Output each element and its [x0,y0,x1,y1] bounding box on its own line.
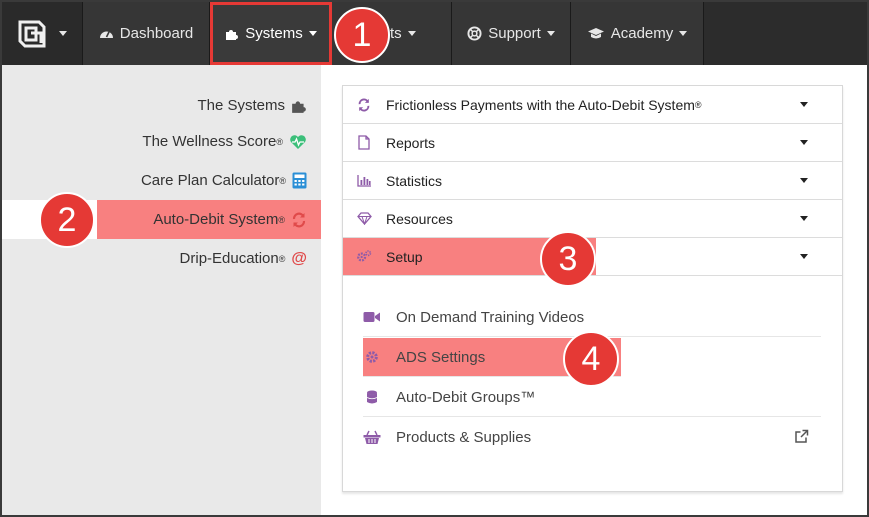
life-ring-icon [467,26,482,41]
step-badge-4: 4 [563,331,619,387]
row-right-gap [621,338,821,377]
accordion-label: Statistics [386,172,443,189]
accordion-reports[interactable]: Reports [343,124,842,162]
sidebar-item-care-plan-calculator[interactable]: Care Plan Calculator ® [2,161,321,200]
sidebar-item-label: Drip-Education [179,250,279,267]
setup-item-products-supplies[interactable]: Products & Supplies [363,418,821,457]
sidebar-item-drip-education[interactable]: Drip-Education ® @ [2,239,321,278]
nav-dashboard-label: Dashboard [119,25,194,42]
step-badge-3: 3 [540,231,596,287]
content-area: Frictionless Payments with the Auto-Debi… [321,65,867,515]
dashboard-icon [99,27,114,40]
at-sign-icon: @ [291,249,307,267]
chevron-down-icon [800,178,808,183]
basket-icon [363,430,381,445]
logo-menu-button[interactable] [2,2,83,65]
nav-systems-label: Systems [245,25,303,42]
setup-item-label: On Demand Training Videos [396,308,585,326]
setup-item-label: Auto-Debit Groups™ [396,388,536,406]
sidebar-item-label: The Systems [197,97,285,114]
registered-mark: ® [694,99,702,110]
nav-academy-label: Academy [610,25,674,42]
app-window: Dashboard Systems ients Support Academy [0,0,869,517]
file-icon [356,135,372,150]
accordion-label: Resources [386,210,453,227]
accordion-label: Frictionless Payments with the Auto-Debi… [386,96,695,113]
nav-dashboard[interactable]: Dashboard [83,2,210,65]
refresh-icon [356,98,372,112]
chevron-down-icon [800,102,808,107]
setup-item-label: ADS Settings [396,348,486,366]
heartbeat-icon [289,134,307,150]
chevron-down-icon [800,140,808,145]
database-icon [363,390,381,405]
sidebar-item-label: Auto-Debit System [153,211,279,228]
calculator-icon [292,172,307,189]
nav-academy[interactable]: Academy [571,2,704,65]
app-logo-icon [17,19,47,49]
registered-mark: ® [276,136,283,147]
accordion-panel: Frictionless Payments with the Auto-Debi… [342,85,843,492]
chevron-down-icon [546,31,555,36]
puzzle-icon [225,27,239,41]
registered-mark: ® [278,253,286,264]
step-badge-1: 1 [334,7,390,63]
video-camera-icon [363,311,381,323]
sidebar-item-the-systems[interactable]: The Systems [2,86,321,125]
refresh-icon [291,212,307,228]
systems-sidebar: The Systems The Wellness Score ® Care Pla… [2,65,321,515]
sidebar-item-label: Care Plan Calculator [140,172,280,189]
gears-icon [356,249,372,264]
chevron-down-icon [679,31,688,36]
nav-systems[interactable]: Systems [210,2,332,65]
sidebar-item-wellness-score[interactable]: The Wellness Score ® [2,122,321,161]
external-link-icon[interactable] [794,429,809,448]
navbar-empty-area [704,2,867,65]
sidebar-item-label: The Wellness Score [142,133,277,150]
graduation-cap-icon [587,27,605,40]
accordion-frictionless-payments[interactable]: Frictionless Payments with the Auto-Debi… [343,86,842,124]
registered-mark: ® [278,214,285,225]
diamond-icon [356,212,372,225]
chevron-down-icon [308,31,317,36]
step-badge-2: 2 [39,192,95,248]
nav-support[interactable]: Support [452,2,571,65]
bar-chart-icon [356,174,372,187]
chevron-down-icon [407,31,416,36]
setup-item-label: Products & Supplies [396,429,532,446]
accordion-label: Reports [386,134,436,151]
nav-support-label: Support [488,25,541,42]
accordion-statistics[interactable]: Statistics [343,162,842,200]
chevron-down-icon [800,216,808,221]
puzzle-icon [291,98,307,114]
chevron-down-icon [800,254,808,259]
accordion-resources[interactable]: Resources [343,200,842,238]
chevron-down-icon [59,31,67,36]
top-navbar: Dashboard Systems ients Support Academy [2,2,867,65]
gear-icon [363,350,381,364]
accordion-label: Setup [386,248,423,265]
registered-mark: ® [279,175,286,186]
